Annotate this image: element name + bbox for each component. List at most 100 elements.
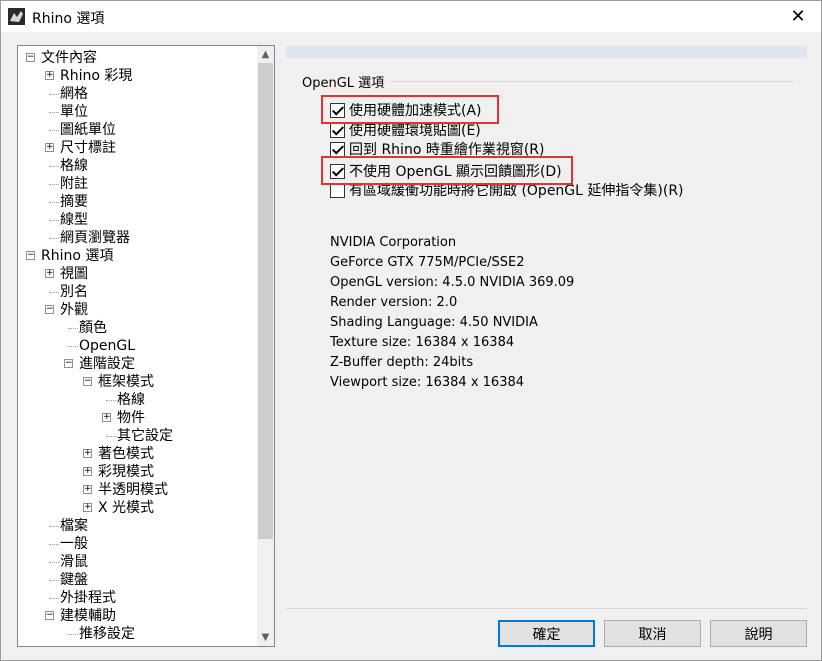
gpu-renderer: GeForce GTX 775M/PCIe/SSE2 xyxy=(330,255,525,270)
tree-connector xyxy=(49,166,59,167)
tree-connector xyxy=(68,346,78,347)
tree-item[interactable]: − Rhino 選項 xyxy=(18,247,256,265)
tree-item[interactable]: − 文件內容 xyxy=(18,49,256,67)
tree-item[interactable]: + 物件 xyxy=(18,409,256,427)
tree-item[interactable]: + 尺寸標註 xyxy=(18,139,256,157)
expand-icon[interactable]: + xyxy=(45,143,54,152)
expand-icon[interactable]: + xyxy=(83,467,92,476)
tree-item-label: 顏色 xyxy=(79,320,107,336)
tree-item[interactable]: 檔案 xyxy=(18,517,256,535)
tree-item-label: Rhino 選項 xyxy=(41,248,114,264)
tree-item[interactable]: 推移設定 xyxy=(18,625,256,643)
collapse-icon[interactable]: − xyxy=(45,305,54,314)
checkbox[interactable] xyxy=(330,183,345,198)
help-button[interactable]: 說明 xyxy=(710,620,807,647)
tree-item-label: OpenGL xyxy=(79,338,136,354)
tree-item[interactable]: 網格 xyxy=(18,85,256,103)
tree-item[interactable]: − 進階設定 xyxy=(18,355,256,373)
tree-item[interactable]: 格線 xyxy=(18,157,256,175)
tree-item[interactable]: 外掛程式 xyxy=(18,589,256,607)
checkbox[interactable] xyxy=(330,123,345,138)
tree-item[interactable]: + 著色模式 xyxy=(18,445,256,463)
collapse-icon[interactable]: − xyxy=(26,53,35,62)
tree-item[interactable]: 網頁瀏覽器 xyxy=(18,229,256,247)
expand-icon[interactable]: + xyxy=(83,485,92,494)
tree-item-label: 一般 xyxy=(60,536,88,552)
scroll-down-icon[interactable]: ▼ xyxy=(257,629,274,646)
expand-icon[interactable]: + xyxy=(83,503,92,512)
tree-item-label: 線型 xyxy=(60,212,88,228)
expand-icon[interactable]: + xyxy=(102,413,111,422)
tree-item-label: 尺寸標註 xyxy=(60,140,116,156)
shading-language: Shading Language: 4.50 NVIDIA xyxy=(330,315,538,330)
tree-item[interactable]: 一般 xyxy=(18,535,256,553)
tree-item[interactable]: 其它設定 xyxy=(18,427,256,445)
tree-item-label: 圖紙單位 xyxy=(60,122,116,138)
tree-item[interactable]: + Rhino 彩現 xyxy=(18,67,256,85)
tree-item[interactable]: 別名 xyxy=(18,283,256,301)
tree-item-label: 格線 xyxy=(117,392,145,408)
scroll-thumb[interactable] xyxy=(258,63,273,539)
tree-item-label: 框架模式 xyxy=(98,374,154,390)
texture-size: Texture size: 16384 x 16384 xyxy=(330,335,515,350)
collapse-icon[interactable]: − xyxy=(64,359,73,368)
collapse-icon[interactable]: − xyxy=(26,251,35,260)
expand-icon[interactable]: + xyxy=(45,71,54,80)
close-button[interactable]: ✕ xyxy=(775,1,821,32)
zbuffer-depth: Z-Buffer depth: 24bits xyxy=(330,355,474,370)
ok-button[interactable]: 確定 xyxy=(498,620,595,647)
tree-item[interactable]: + 彩現模式 xyxy=(18,463,256,481)
checkbox[interactable] xyxy=(330,142,345,157)
tree-connector xyxy=(49,130,59,131)
cancel-button[interactable]: 取消 xyxy=(604,620,701,647)
rhino-app-icon xyxy=(8,8,25,25)
tree-connector xyxy=(49,220,59,221)
tree-item[interactable]: 摘要 xyxy=(18,193,256,211)
tree-item-label: 單位 xyxy=(60,104,88,120)
tree-item[interactable]: + 半透明模式 xyxy=(18,481,256,499)
tree-item[interactable]: 附註 xyxy=(18,175,256,193)
tree-item-label: 文件內容 xyxy=(41,50,97,66)
tree-item[interactable]: − 外觀 xyxy=(18,301,256,319)
tree-item[interactable]: − 建模輔助 xyxy=(18,607,256,625)
tree-item-label: 建模輔助 xyxy=(60,608,116,624)
tree-item[interactable]: 格線 xyxy=(18,391,256,409)
opengl-group-label: OpenGL 選項 xyxy=(302,76,385,91)
tree-item[interactable]: OpenGL xyxy=(18,337,256,355)
expand-icon[interactable]: + xyxy=(45,269,54,278)
tree-item[interactable]: − 框架模式 xyxy=(18,373,256,391)
tree-item-label: 進階設定 xyxy=(79,356,135,372)
options-dialog: Rhino 選項 ✕ ▲ ▼ − 文件內容 + Rhino 彩現 網格 單位 圖紙單位 + 尺寸… xyxy=(0,0,822,661)
collapse-icon[interactable]: − xyxy=(45,611,54,620)
gpu-vendor: NVIDIA Corporation xyxy=(330,235,457,250)
tree-item-label: 附註 xyxy=(60,176,88,192)
tree-connector xyxy=(49,94,59,95)
tree-item[interactable]: 鍵盤 xyxy=(18,571,256,589)
tree-item[interactable]: 滑鼠 xyxy=(18,553,256,571)
bottom-divider xyxy=(286,608,807,609)
panel-header-bar xyxy=(286,46,807,58)
tree-item[interactable]: + X 光模式 xyxy=(18,499,256,517)
tree-item-label: 網頁瀏覽器 xyxy=(60,230,130,246)
tree-connector xyxy=(49,580,59,581)
options-tree[interactable]: ▲ ▼ − 文件內容 + Rhino 彩現 網格 單位 圖紙單位 + 尺寸標註 格線 附註 摘要 線型網… xyxy=(17,45,275,647)
tree-item[interactable]: + 視圖 xyxy=(18,265,256,283)
tree-item-label: 檔案 xyxy=(60,518,88,534)
tree-connector xyxy=(49,238,59,239)
scroll-up-icon[interactable]: ▲ xyxy=(257,46,274,63)
tree-item-label: 物件 xyxy=(117,410,145,426)
group-divider xyxy=(391,81,793,82)
tree-item[interactable]: 顏色 xyxy=(18,319,256,337)
opengl-version: OpenGL version: 4.5.0 NVIDIA 369.09 xyxy=(330,275,575,290)
highlight-box xyxy=(321,95,499,124)
tree-item-label: 彩現模式 xyxy=(98,464,154,480)
collapse-icon[interactable]: − xyxy=(83,377,92,386)
tree-scrollbar[interactable]: ▲ ▼ xyxy=(257,46,274,646)
tree-item[interactable]: 線型 xyxy=(18,211,256,229)
tree-item[interactable]: 單位 xyxy=(18,103,256,121)
tree-item[interactable]: 圖紙單位 xyxy=(18,121,256,139)
tree-connector xyxy=(106,436,116,437)
expand-icon[interactable]: + xyxy=(83,449,92,458)
tree-connector xyxy=(49,184,59,185)
title-bar: Rhino 選項 ✕ xyxy=(1,1,821,32)
